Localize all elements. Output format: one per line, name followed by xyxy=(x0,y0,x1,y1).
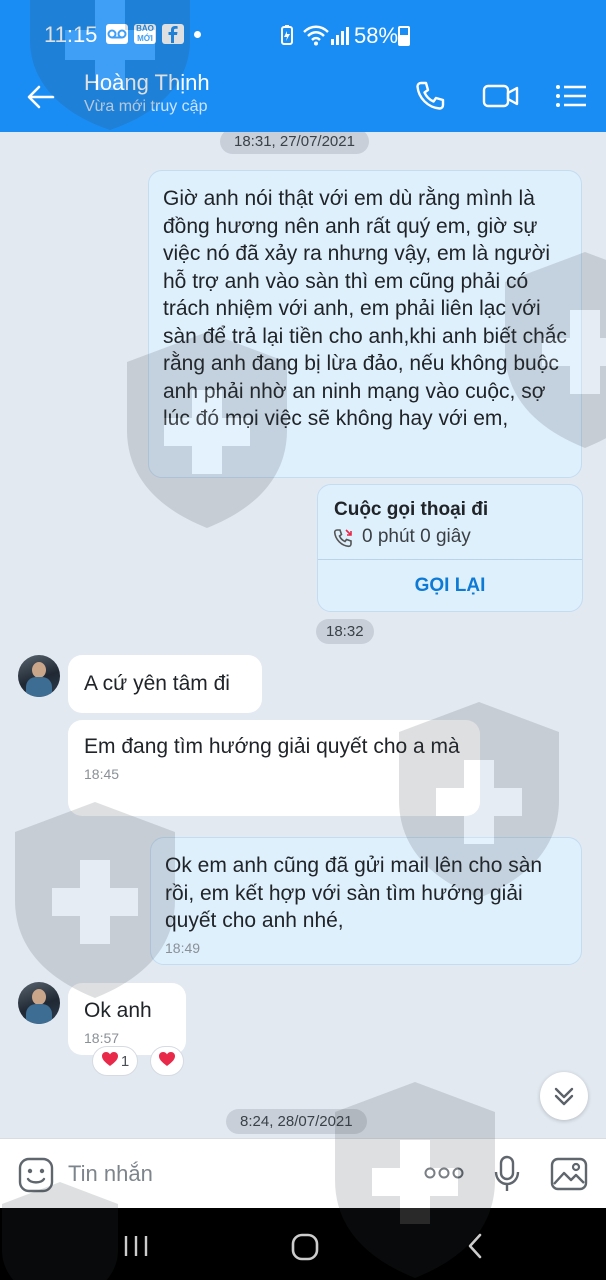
chat-header: Hoàng Thịnh Vừa mới truy cập xyxy=(0,60,606,132)
recent-apps-icon[interactable] xyxy=(122,1234,150,1263)
date-separator: 8:24, 28/07/2021 xyxy=(226,1109,367,1134)
message-text: Em đang tìm hướng giải quyết cho a mà xyxy=(84,735,460,758)
home-icon[interactable] xyxy=(290,1232,320,1267)
call-title: Cuộc gọi thoại đi xyxy=(334,499,489,520)
image-gallery-icon[interactable] xyxy=(550,1157,588,1196)
incoming-message[interactable]: Ok anh 18:57 xyxy=(68,983,186,1055)
avatar[interactable] xyxy=(18,655,60,697)
bao-moi-icon: BÁO MỚI xyxy=(134,24,156,44)
message-text: A cứ yên tâm đi xyxy=(84,672,230,695)
double-chevron-down-icon xyxy=(540,1087,588,1124)
more-dots-icon[interactable] xyxy=(424,1165,464,1186)
voice-call-card: Cuộc gọi thoại đi 0 phút 0 giây GỌI LẠI xyxy=(317,484,583,612)
bao-moi-label: BÁO MỚI xyxy=(136,24,154,43)
contact-name[interactable]: Hoàng Thịnh xyxy=(84,70,210,96)
react-button[interactable] xyxy=(150,1046,184,1076)
heart-icon xyxy=(101,1051,119,1071)
video-call-icon[interactable] xyxy=(482,78,519,114)
message-input-bar: Tin nhắn xyxy=(0,1138,606,1208)
contact-status: Vừa mới truy cập xyxy=(84,98,208,115)
reaction-count: 1 xyxy=(120,1052,130,1070)
wifi-icon xyxy=(302,24,330,51)
incoming-message[interactable]: A cứ yên tâm đi xyxy=(68,655,262,713)
back-arrow-icon[interactable] xyxy=(24,80,58,114)
outgoing-call-icon xyxy=(332,527,354,554)
time-separator: 18:32 xyxy=(316,619,374,644)
battery-icon xyxy=(398,26,410,46)
voicemail-icon xyxy=(106,24,128,44)
scroll-down-button[interactable] xyxy=(540,1072,588,1120)
battery-saver-icon xyxy=(278,24,296,51)
reaction-badge[interactable]: 1 xyxy=(92,1046,138,1076)
heart-icon xyxy=(158,1051,176,1071)
chat-area[interactable]: 18:31, 27/07/2021 Giờ anh nói thật với e… xyxy=(0,132,606,1138)
status-bar: 11:15 BÁO MỚI 58% xyxy=(0,0,606,60)
message-time: 18:49 xyxy=(165,939,201,956)
message-text: Giờ anh nói thật với em dù rằng mình là … xyxy=(163,187,567,430)
notification-dot xyxy=(194,31,201,38)
message-text: Ok em anh cũng đã gửi mail lên cho sàn r… xyxy=(165,854,543,932)
date-separator: 18:31, 27/07/2021 xyxy=(220,132,369,154)
outgoing-message[interactable]: Giờ anh nói thật với em dù rằng mình là … xyxy=(148,170,582,478)
menu-list-icon[interactable] xyxy=(554,78,590,114)
signal-icon xyxy=(330,26,350,51)
message-text: Ok anh xyxy=(84,999,152,1022)
facebook-icon xyxy=(162,24,184,44)
message-input[interactable]: Tin nhắn xyxy=(68,1161,153,1187)
avatar[interactable] xyxy=(18,982,60,1024)
back-nav-icon[interactable] xyxy=(464,1232,486,1265)
message-time: 18:45 xyxy=(84,765,120,782)
status-time: 11:15 xyxy=(44,22,98,47)
battery-percent: 58% xyxy=(354,23,399,48)
incoming-message[interactable]: Em đang tìm hướng giải quyết cho a mà 18… xyxy=(68,720,480,816)
outgoing-message[interactable]: Ok em anh cũng đã gửi mail lên cho sàn r… xyxy=(150,837,582,965)
emoji-sticker-icon[interactable] xyxy=(18,1157,54,1198)
call-duration: 0 phút 0 giây xyxy=(362,526,471,547)
phone-icon[interactable] xyxy=(412,78,448,114)
call-back-button[interactable]: GỌI LẠI xyxy=(318,560,582,611)
system-nav-bar xyxy=(0,1208,606,1280)
microphone-icon[interactable] xyxy=(494,1155,520,1198)
